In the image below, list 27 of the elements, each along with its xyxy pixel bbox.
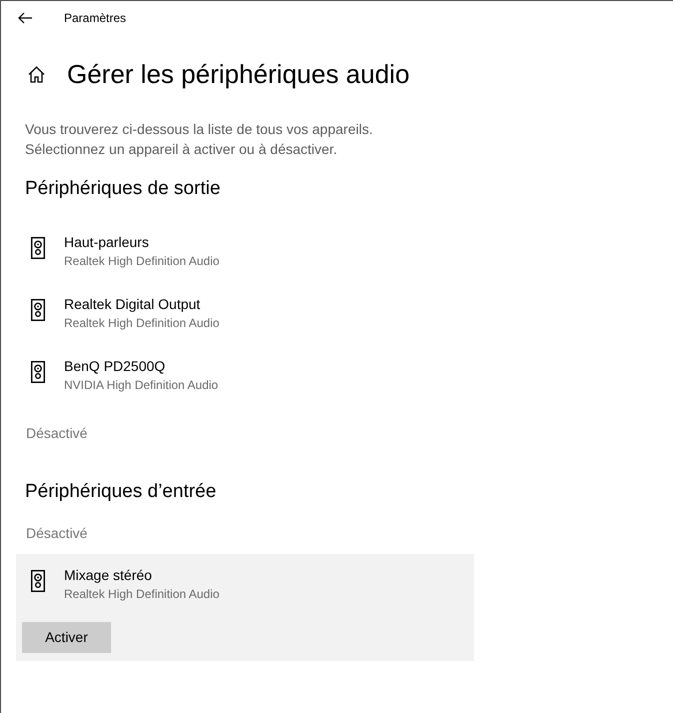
status-label: Désactivé xyxy=(26,424,88,443)
device-list-item[interactable]: Realtek Digital Output Realtek High Definition Audio xyxy=(16,282,474,344)
device-driver: Realtek High Definition Audio xyxy=(64,253,220,270)
speaker-icon xyxy=(31,570,45,592)
device-driver: Realtek High Definition Audio xyxy=(64,586,220,603)
device-name: Realtek Digital Output xyxy=(64,295,200,314)
home-icon[interactable] xyxy=(28,66,45,82)
speaker-icon xyxy=(31,361,45,383)
speaker-icon xyxy=(31,237,45,259)
description-text: Vous trouverez ci-dessous la liste de tous vos appareils. xyxy=(25,120,373,139)
section-heading: Périphériques d’entrée xyxy=(25,480,216,504)
device-list-item[interactable]: BenQ PD2500Q NVIDIA High Definition Audio xyxy=(16,344,474,406)
description-text: Sélectionnez un appareil à activer ou à désactiver. xyxy=(25,140,338,159)
device-name: BenQ PD2500Q xyxy=(64,357,166,376)
device-name: Haut-parleurs xyxy=(64,233,149,252)
device-name: Mixage stéréo xyxy=(64,566,152,585)
activate-button[interactable]: Activer xyxy=(22,622,111,653)
status-label: Désactivé xyxy=(26,524,88,543)
device-driver: NVIDIA High Definition Audio xyxy=(64,377,218,394)
section-heading: Périphériques de sortie xyxy=(25,177,220,201)
device-list-item[interactable]: Mixage stéréo Realtek High Definition Audio Activer xyxy=(16,554,474,661)
device-driver: Realtek High Definition Audio xyxy=(64,315,220,332)
speaker-icon xyxy=(31,299,45,321)
window-title: Paramètres xyxy=(64,10,126,26)
page-title: Gérer les périphériques audio xyxy=(67,58,410,90)
back-arrow-icon[interactable] xyxy=(18,12,32,24)
device-list-item[interactable]: Haut-parleurs Realtek High Definition Audio xyxy=(16,220,474,282)
